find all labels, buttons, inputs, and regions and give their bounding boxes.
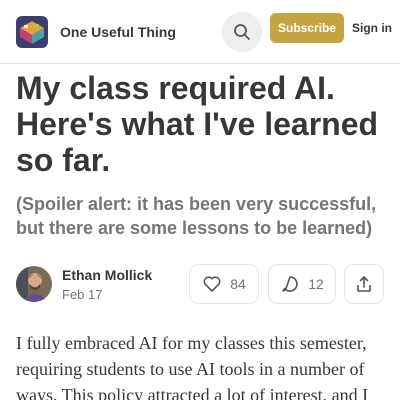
search-icon bbox=[234, 24, 250, 40]
share-icon bbox=[357, 276, 371, 292]
comment-icon bbox=[282, 276, 298, 292]
comment-count: 12 bbox=[308, 276, 324, 292]
author-avatar[interactable] bbox=[16, 266, 52, 302]
post-body-paragraph: I fully embraced AI for my classes this … bbox=[16, 333, 369, 400]
author-name[interactable]: Ethan Mollick bbox=[62, 267, 152, 283]
post-title: My class required AI. Here's what I've l… bbox=[16, 70, 379, 178]
like-count: 84 bbox=[230, 276, 246, 292]
comment-button[interactable]: 12 bbox=[268, 264, 336, 304]
post-date: Feb 17 bbox=[62, 287, 103, 302]
like-button[interactable]: 84 bbox=[189, 264, 259, 304]
sign-in-button[interactable]: Sign in bbox=[352, 13, 392, 43]
publication-name[interactable]: One Useful Thing bbox=[60, 24, 176, 40]
publication-logo[interactable] bbox=[16, 16, 48, 48]
subscribe-button[interactable]: Subscribe bbox=[270, 13, 344, 43]
share-button[interactable] bbox=[344, 264, 384, 304]
top-navigation-bar: One Useful Thing Subscribe Sign in bbox=[0, 0, 400, 64]
search-button[interactable] bbox=[222, 12, 262, 52]
heart-icon bbox=[203, 276, 221, 292]
post-subtitle: (Spoiler alert: it has been very success… bbox=[16, 194, 377, 238]
